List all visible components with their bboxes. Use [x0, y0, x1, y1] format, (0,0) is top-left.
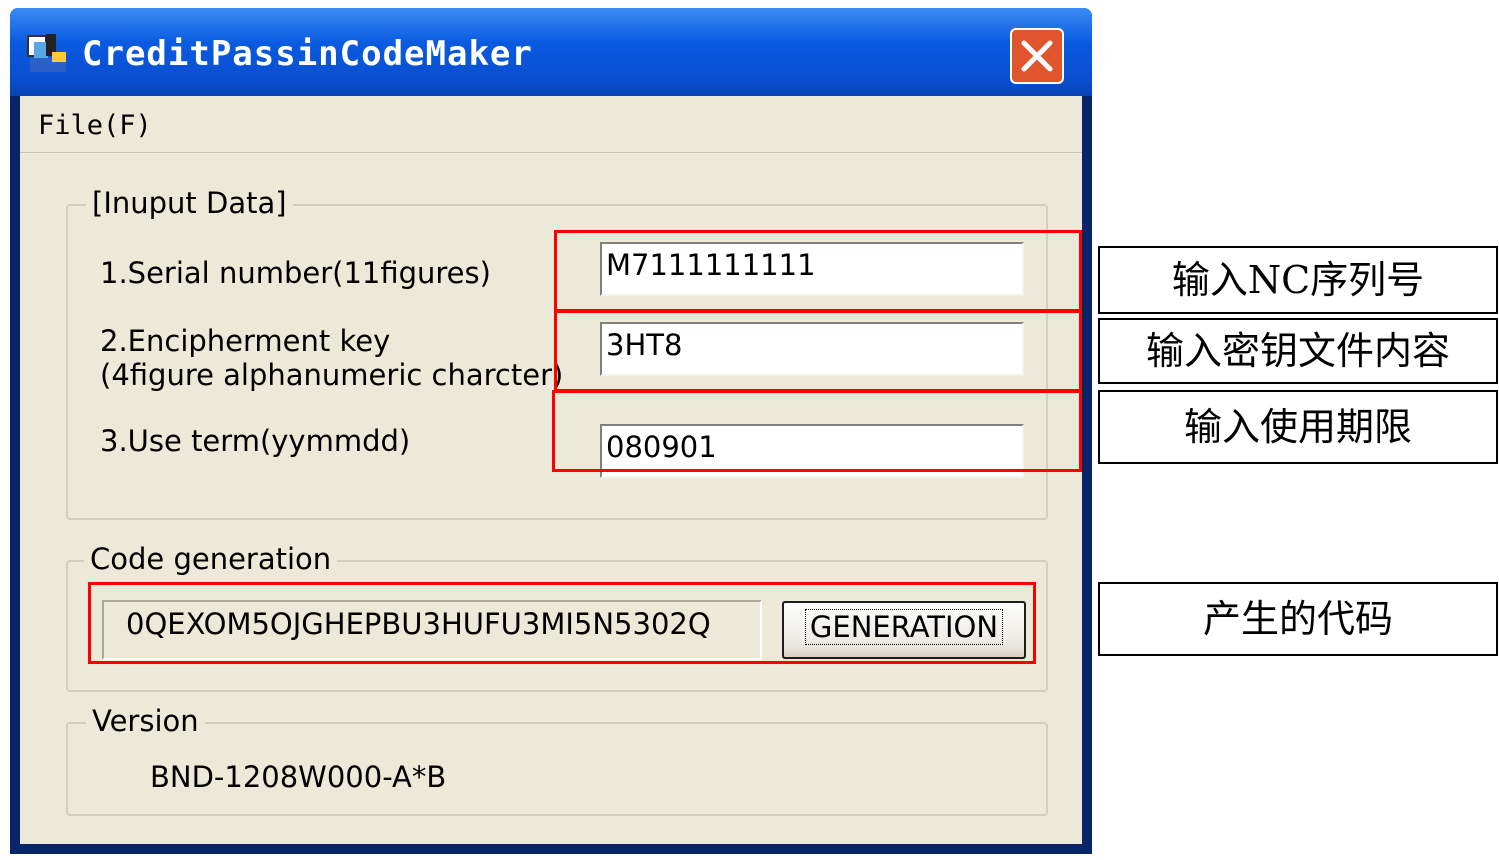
term-annotation: 输入使用期限 — [1098, 390, 1498, 464]
term-highlight-box — [552, 390, 1082, 472]
menu-bar: File(F) — [20, 96, 1082, 153]
close-button[interactable] — [1010, 28, 1064, 84]
serial-highlight-box — [554, 230, 1082, 312]
key-highlight-box — [554, 310, 1082, 392]
version-legend: Version — [86, 704, 205, 738]
window-title: CreditPassinCodeMaker — [82, 34, 533, 74]
menu-file[interactable]: File(F) — [38, 110, 152, 141]
version-value: BND-1208W000-A*B — [150, 760, 447, 794]
version-group: Version BND-1208W000-A*B — [66, 704, 1048, 816]
close-icon — [1021, 40, 1053, 72]
app-icon — [27, 34, 66, 72]
input-data-legend: [Inuput Data] — [86, 186, 293, 220]
title-bar[interactable]: CreditPassinCodeMaker — [10, 8, 1092, 96]
use-term-label: 3.Use term(yymmdd) — [100, 424, 411, 458]
encipherment-key-sublabel: (4figure alphanumeric charcter) — [100, 358, 564, 392]
code-generation-legend: Code generation — [84, 542, 338, 576]
code-highlight-box — [88, 582, 1036, 664]
encipherment-key-label: 2.Encipherment key — [100, 324, 391, 358]
code-annotation: 产生的代码 — [1098, 582, 1498, 656]
serial-number-label: 1.Serial number(11figures) — [100, 256, 491, 290]
key-annotation: 输入密钥文件内容 — [1098, 318, 1498, 384]
serial-annotation: 输入NC序列号 — [1098, 246, 1498, 314]
